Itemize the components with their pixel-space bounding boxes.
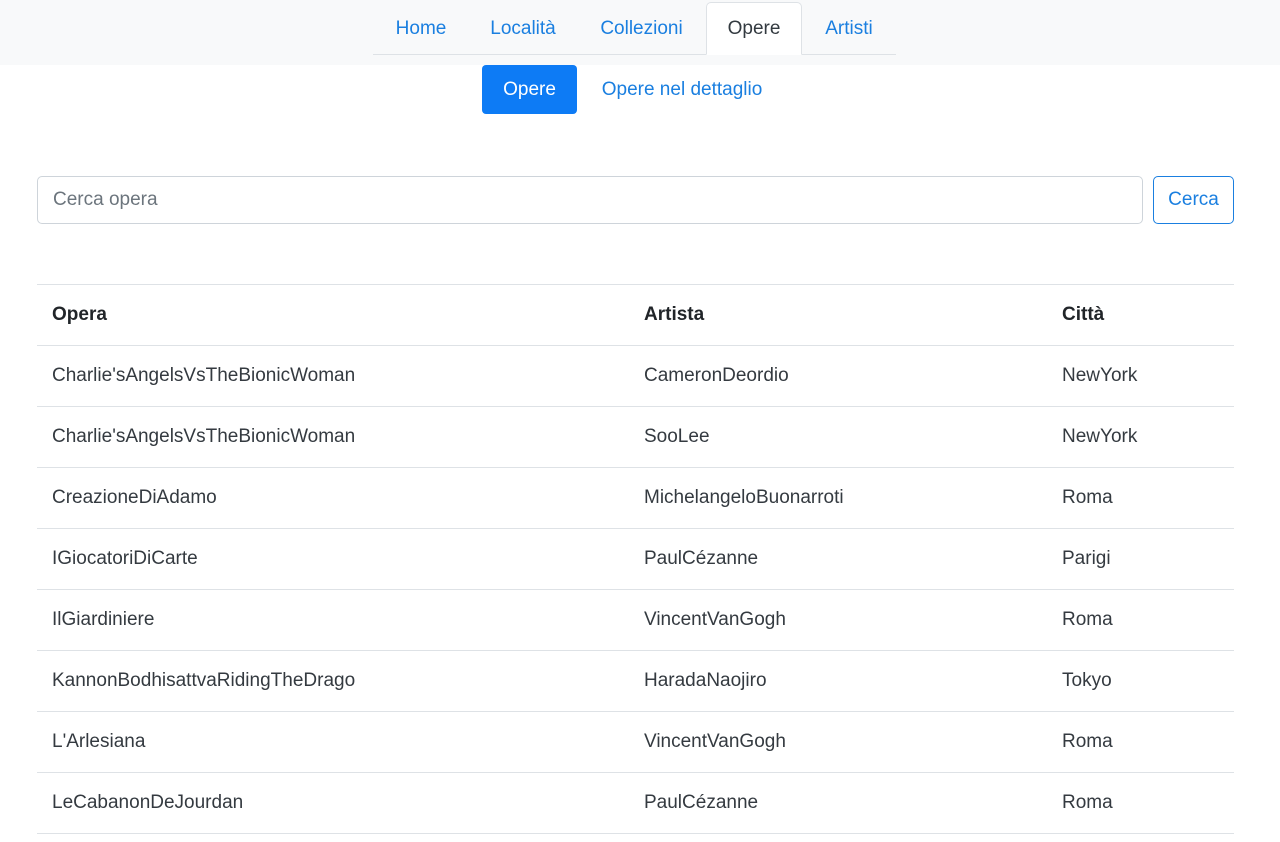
cell-opera: L'Arlesiana <box>37 711 629 773</box>
tab-localita[interactable]: Località <box>469 2 577 55</box>
table-row: IGiocatoriDiCarte PaulCézanne Parigi <box>37 528 1234 590</box>
table-row: Charlie'sAngelsVsTheBionicWoman SooLee N… <box>37 406 1234 468</box>
cell-citta: Roma <box>1047 711 1234 773</box>
column-header-artista: Artista <box>629 284 1047 346</box>
cell-artista: PaulCézanne <box>629 528 1047 590</box>
cell-citta: Roma <box>1047 772 1234 834</box>
tab-opere[interactable]: Opere <box>706 2 802 55</box>
column-header-opera: Opera <box>37 284 629 346</box>
column-header-citta: Città <box>1047 284 1234 346</box>
cell-opera: IlGiardiniere <box>37 589 629 651</box>
tab-artisti[interactable]: Artisti <box>802 2 896 55</box>
cell-opera: KannonBodhisattvaRidingTheDrago <box>37 650 629 712</box>
table-row: IlGiardiniere VincentVanGogh Roma <box>37 589 1234 651</box>
cell-artista: HaradaNaojiro <box>629 650 1047 712</box>
cell-artista: MichelangeloBuonarroti <box>629 467 1047 529</box>
table-row: Charlie'sAngelsVsTheBionicWoman CameronD… <box>37 345 1234 407</box>
top-navbar: Home Località Collezioni Opere Artisti <box>0 0 1280 65</box>
cell-citta: NewYork <box>1047 345 1234 407</box>
table-row: LeCabanonDeJourdan PaulCézanne Roma <box>37 772 1234 834</box>
cell-artista: CameronDeordio <box>629 345 1047 407</box>
search-button[interactable]: Cerca <box>1153 176 1234 224</box>
table-row: CreazioneDiAdamo MichelangeloBuonarroti … <box>37 467 1234 529</box>
table-row: L'Arlesiana VincentVanGogh Roma <box>37 711 1234 773</box>
main-nav-tabs: Home Località Collezioni Opere Artisti <box>373 2 896 55</box>
subtab-opere[interactable]: Opere <box>482 65 577 114</box>
cell-opera: IGiocatoriDiCarte <box>37 528 629 590</box>
cell-artista: VincentVanGogh <box>629 711 1047 773</box>
subtab-opere-nel-dettaglio[interactable]: Opere nel dettaglio <box>577 65 787 114</box>
tab-home[interactable]: Home <box>373 2 469 55</box>
cell-artista: VincentVanGogh <box>629 589 1047 651</box>
cell-citta: Roma <box>1047 467 1234 529</box>
cell-citta: Roma <box>1047 589 1234 651</box>
search-input[interactable] <box>37 176 1143 224</box>
cell-citta: Parigi <box>1047 528 1234 590</box>
table-header-row: Opera Artista Città <box>37 284 1234 346</box>
cell-citta: NewYork <box>1047 406 1234 468</box>
table-row: KannonBodhisattvaRidingTheDrago HaradaNa… <box>37 650 1234 712</box>
cell-opera: CreazioneDiAdamo <box>37 467 629 529</box>
tab-collezioni[interactable]: Collezioni <box>577 2 706 55</box>
cell-artista: PaulCézanne <box>629 772 1047 834</box>
cell-opera: Charlie'sAngelsVsTheBionicWoman <box>37 406 629 468</box>
sub-nav-pills: Opere Opere nel dettaglio <box>482 65 787 114</box>
cell-opera: Charlie'sAngelsVsTheBionicWoman <box>37 345 629 407</box>
cell-opera: LeCabanonDeJourdan <box>37 772 629 834</box>
opere-table: Opera Artista Città Charlie'sAngelsVsThe… <box>37 284 1234 834</box>
cell-artista: SooLee <box>629 406 1047 468</box>
cell-citta: Tokyo <box>1047 650 1234 712</box>
